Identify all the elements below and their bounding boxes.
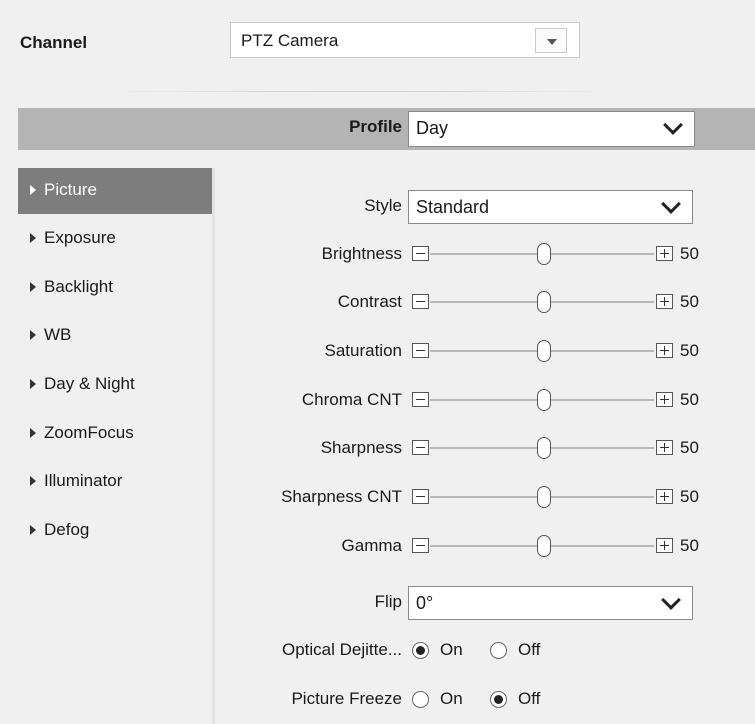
channel-select[interactable]: PTZ Camera (230, 22, 580, 58)
optical-dejitter-on-label: On (440, 640, 463, 659)
style-select-value: Standard (416, 197, 490, 217)
channel-select-value: PTZ Camera (241, 31, 339, 50)
sidebar-item-label: Illuminator (44, 471, 123, 490)
picture-freeze-on-radio[interactable] (412, 691, 429, 708)
plus-icon[interactable] (656, 489, 673, 504)
sharpness-cnt-slider-thumb[interactable] (537, 486, 551, 508)
chroma-cnt-value: 50 (680, 390, 699, 409)
profile-label: Profile (349, 117, 402, 136)
sidebar-item-label: Picture (44, 180, 97, 199)
contrast-slider-thumb[interactable] (537, 291, 551, 313)
sharpness-label: Sharpness (320, 438, 402, 457)
sidebar-item-exposure[interactable]: Exposure (18, 216, 212, 262)
triangle-right-icon (30, 330, 36, 340)
saturation-label: Saturation (324, 341, 403, 360)
triangle-right-icon (30, 428, 36, 438)
triangle-right-icon (30, 476, 36, 486)
sidebar-item-label: ZoomFocus (44, 423, 134, 442)
sidebar-item-label: Day & Night (44, 374, 135, 393)
saturation-slider-thumb[interactable] (537, 340, 551, 362)
contrast-label: Contrast (337, 292, 402, 311)
sidebar-item-label: Defog (44, 520, 90, 539)
plus-icon[interactable] (656, 343, 673, 358)
picture-freeze-off-label: Off (518, 689, 541, 708)
chroma-cnt-slider-thumb[interactable] (537, 389, 551, 411)
optical-dejitter-off-radio[interactable] (490, 642, 507, 659)
sharpness-cnt-label: Sharpness CNT (281, 487, 402, 506)
minus-icon[interactable] (412, 294, 429, 309)
flip-label: Flip (374, 592, 402, 611)
brightness-value: 50 (680, 244, 699, 263)
chevron-down-icon (661, 590, 681, 610)
optical-dejitter-off-label: Off (518, 640, 541, 659)
picture-freeze-on-label: On (440, 689, 463, 708)
optical-dejitter-on-radio[interactable] (412, 642, 429, 659)
sidebar: Picture Exposure Backlight WB Day & Nigh… (18, 168, 212, 724)
triangle-right-icon (30, 379, 36, 389)
divider (100, 91, 620, 92)
dropdown-arrow-icon[interactable] (535, 28, 567, 53)
sidebar-border (212, 168, 215, 724)
flip-select[interactable]: 0° (408, 586, 693, 620)
minus-icon[interactable] (412, 489, 429, 504)
style-select[interactable]: Standard (408, 190, 693, 224)
picture-freeze-off-radio[interactable] (490, 691, 507, 708)
plus-icon[interactable] (656, 246, 673, 261)
minus-icon[interactable] (412, 246, 429, 261)
minus-icon[interactable] (412, 343, 429, 358)
picture-freeze-label: Picture Freeze (291, 689, 402, 708)
flip-select-value: 0° (416, 593, 434, 613)
chevron-down-icon (663, 115, 683, 135)
sidebar-item-label: Exposure (44, 228, 116, 247)
sidebar-item-zoomfocus[interactable]: ZoomFocus (18, 411, 212, 457)
optical-dejitter-label: Optical Dejitte... (282, 640, 402, 659)
minus-icon[interactable] (412, 392, 429, 407)
minus-icon[interactable] (412, 440, 429, 455)
saturation-value: 50 (680, 341, 699, 360)
minus-icon[interactable] (412, 538, 429, 553)
plus-icon[interactable] (656, 440, 673, 455)
sidebar-item-defog[interactable]: Defog (18, 508, 212, 554)
chroma-cnt-label: Chroma CNT (301, 390, 402, 409)
sidebar-item-picture[interactable]: Picture (18, 168, 212, 214)
triangle-right-icon (30, 282, 36, 292)
plus-icon[interactable] (656, 294, 673, 309)
brightness-slider-thumb[interactable] (537, 243, 551, 265)
sidebar-item-label: Backlight (44, 277, 113, 296)
gamma-slider-thumb[interactable] (537, 535, 551, 557)
gamma-label: Gamma (341, 536, 402, 555)
triangle-right-icon (30, 525, 36, 535)
triangle-right-icon (30, 185, 36, 195)
style-label: Style (364, 196, 402, 215)
gamma-value: 50 (680, 536, 699, 555)
chevron-down-icon (661, 194, 681, 214)
plus-icon[interactable] (656, 392, 673, 407)
sharpness-slider-thumb[interactable] (537, 437, 551, 459)
sharpness-value: 50 (680, 438, 699, 457)
plus-icon[interactable] (656, 538, 673, 553)
brightness-label: Brightness (321, 244, 402, 263)
sidebar-item-day-night[interactable]: Day & Night (18, 362, 212, 408)
sidebar-item-wb[interactable]: WB (18, 313, 212, 359)
profile-select[interactable]: Day (408, 111, 695, 147)
sidebar-item-illuminator[interactable]: Illuminator (18, 459, 212, 505)
triangle-right-icon (30, 233, 36, 243)
contrast-value: 50 (680, 292, 699, 311)
sidebar-item-backlight[interactable]: Backlight (18, 265, 212, 311)
channel-label: Channel (20, 33, 88, 52)
sharpness-cnt-value: 50 (680, 487, 699, 506)
profile-select-value: Day (416, 118, 449, 138)
sidebar-item-label: WB (44, 325, 72, 344)
